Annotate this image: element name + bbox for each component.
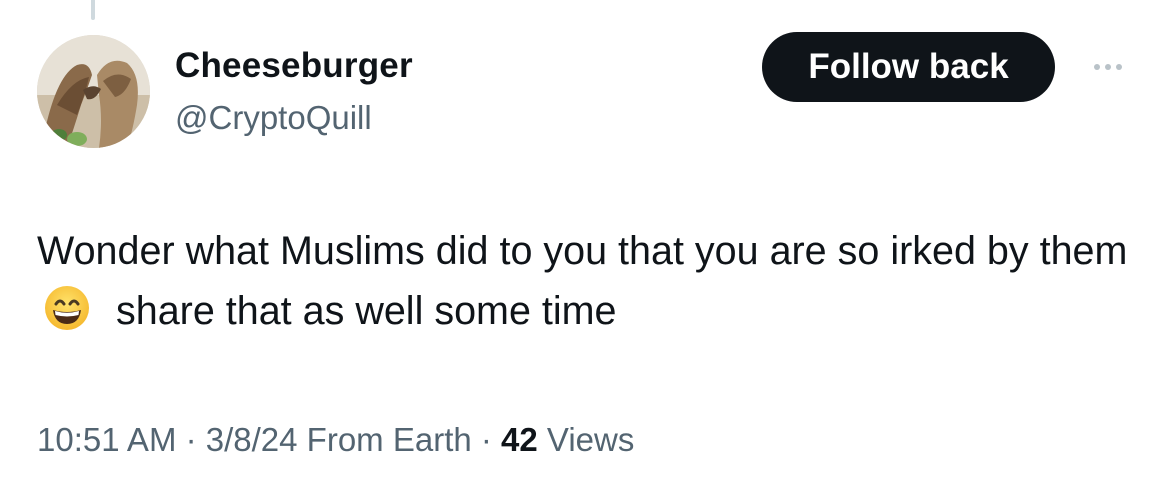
avatar-image: [37, 35, 150, 148]
more-dot: [1105, 64, 1111, 70]
tweet-text-part-1: Wonder what Muslims did to you that you …: [37, 229, 1128, 273]
views-count[interactable]: 42: [501, 421, 538, 458]
views-label[interactable]: Views: [538, 421, 634, 458]
follow-back-button[interactable]: Follow back: [762, 32, 1055, 102]
grinning-face-emoji-icon: [43, 284, 93, 332]
tweet-meta: 10:51 AM · 3/8/24 From Earth · 42 Views: [37, 421, 634, 459]
tweet-time[interactable]: 10:51 AM: [37, 421, 176, 458]
display-name[interactable]: Cheeseburger: [175, 46, 413, 86]
tweet-source: From Earth: [297, 421, 472, 458]
user-handle[interactable]: @CryptoQuill: [175, 99, 372, 137]
meta-separator: ·: [176, 421, 206, 458]
more-dot: [1094, 64, 1100, 70]
thread-connector-line: [91, 0, 95, 20]
tweet-date[interactable]: 3/8/24: [206, 421, 298, 458]
more-dot: [1116, 64, 1122, 70]
meta-separator: ·: [471, 421, 502, 458]
avatar[interactable]: [37, 35, 150, 148]
tweet-text-part-2: share that as well some time: [115, 289, 617, 333]
tweet-text: Wonder what Muslims did to you that you …: [37, 221, 1137, 341]
more-options-icon[interactable]: [1080, 52, 1136, 82]
